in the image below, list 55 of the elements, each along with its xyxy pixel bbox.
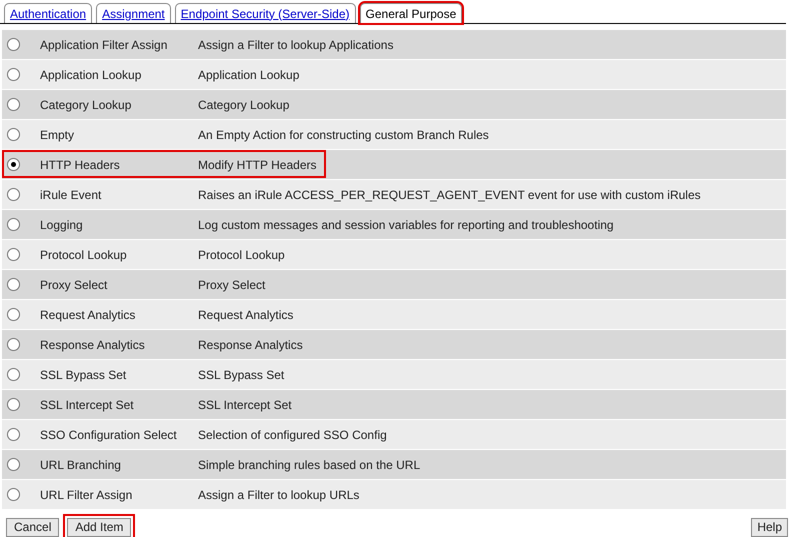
radio-button[interactable] bbox=[7, 248, 20, 261]
radio-button[interactable] bbox=[7, 368, 20, 381]
action-name: Protocol Lookup bbox=[40, 246, 128, 264]
radio-button[interactable] bbox=[7, 338, 20, 351]
action-name: Response Analytics bbox=[40, 336, 146, 354]
action-description: Selection of configured SSO Config bbox=[198, 426, 387, 444]
action-name: SSL Intercept Set bbox=[40, 396, 135, 414]
action-description: Response Analytics bbox=[198, 336, 303, 354]
radio-button[interactable] bbox=[7, 38, 20, 51]
action-description: SSL Bypass Set bbox=[198, 366, 284, 384]
action-description: Protocol Lookup bbox=[198, 246, 285, 264]
action-description: Assign a Filter to lookup Applications bbox=[198, 36, 394, 54]
action-description: Proxy Select bbox=[198, 276, 266, 294]
action-description: Assign a Filter to lookup URLs bbox=[198, 486, 360, 504]
action-description: Raises an iRule ACCESS_PER_REQUEST_AGENT_EVENT event for use with custom iRules bbox=[198, 186, 701, 204]
radio-button[interactable] bbox=[7, 428, 20, 441]
radio-button[interactable] bbox=[7, 488, 20, 501]
action-description: Log custom messages and session variables for reporting and troubleshooting bbox=[198, 216, 614, 234]
action-name: SSO Configuration Select bbox=[40, 426, 178, 444]
action-button[interactable]: Cancel bbox=[6, 518, 60, 537]
action-name: Category Lookup bbox=[40, 96, 132, 114]
tab[interactable]: Endpoint Security (Server-Side) bbox=[174, 3, 356, 23]
radio-button[interactable] bbox=[7, 458, 20, 471]
tab[interactable]: Assignment bbox=[96, 3, 171, 23]
radio-button[interactable] bbox=[7, 218, 20, 231]
help-button[interactable]: Help bbox=[751, 518, 788, 537]
radio-button[interactable] bbox=[7, 398, 20, 411]
radio-button[interactable] bbox=[7, 308, 20, 321]
action-name: SSL Bypass Set bbox=[40, 366, 128, 384]
action-name: Request Analytics bbox=[40, 306, 136, 324]
radio-button[interactable] bbox=[7, 188, 20, 201]
action-button[interactable]: Add Item bbox=[67, 518, 132, 537]
radio-button[interactable] bbox=[7, 278, 20, 291]
radio-button[interactable] bbox=[7, 158, 20, 171]
radio-button[interactable] bbox=[7, 68, 20, 81]
tab[interactable]: Authentication bbox=[4, 3, 92, 23]
action-description: Application Lookup bbox=[198, 66, 300, 84]
action-name: HTTP Headers bbox=[40, 156, 121, 174]
action-description: SSL Intercept Set bbox=[198, 396, 292, 414]
action-description: Request Analytics bbox=[198, 306, 294, 324]
action-name: Application Lookup bbox=[40, 66, 142, 84]
radio-button[interactable] bbox=[7, 128, 20, 141]
action-name: Logging bbox=[40, 216, 84, 234]
action-name: URL Filter Assign bbox=[40, 486, 134, 504]
action-name: Proxy Select bbox=[40, 276, 108, 294]
action-description: Simple branching rules based on the URL bbox=[198, 456, 420, 474]
action-description: Modify HTTP Headers bbox=[198, 156, 316, 174]
action-description: Category Lookup bbox=[198, 96, 290, 114]
action-name: Empty bbox=[40, 126, 76, 144]
radio-button[interactable] bbox=[7, 98, 20, 111]
tab[interactable]: General Purpose bbox=[360, 3, 462, 23]
action-description: An Empty Action for constructing custom Branch Rules bbox=[198, 126, 489, 144]
action-name: iRule Event bbox=[40, 186, 102, 204]
action-name: URL Branching bbox=[40, 456, 122, 474]
action-name: Application Filter Assign bbox=[40, 36, 168, 54]
